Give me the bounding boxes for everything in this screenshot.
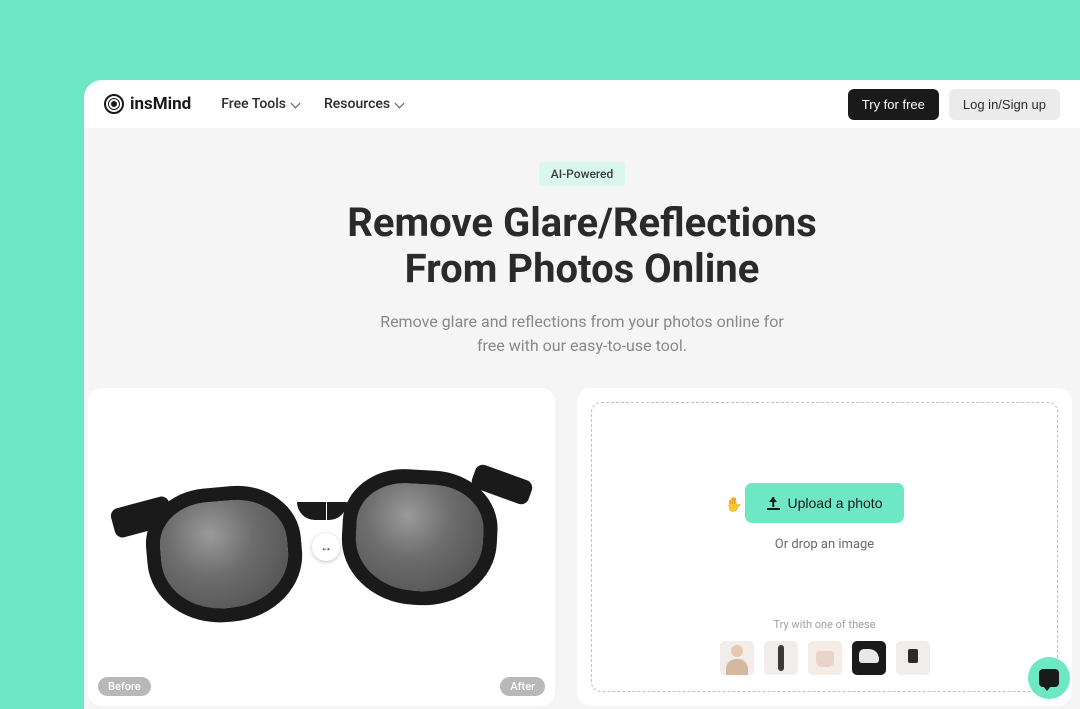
after-label: After: [500, 677, 545, 696]
page-subtitle: Remove glare and reflections from your p…: [104, 310, 1060, 358]
app-window: insMind Free Tools Resources Try for fre…: [84, 80, 1080, 709]
main-panels: ↔ Before After ✋ Upload a photo Or drop …: [84, 388, 1080, 706]
upload-icon: [767, 497, 780, 510]
upload-dropzone[interactable]: ✋ Upload a photo Or drop an image Try wi…: [591, 402, 1058, 692]
chat-widget-button[interactable]: [1028, 657, 1070, 699]
upload-panel: ✋ Upload a photo Or drop an image Try wi…: [577, 388, 1072, 706]
title-line-1: Remove Glare/Reflections: [347, 199, 817, 246]
sunglasses-lens: [338, 466, 500, 609]
hero-section: AI-Powered Remove Glare/Reflections From…: [84, 128, 1080, 388]
sample-thumb-portrait[interactable]: [720, 641, 754, 675]
chevron-down-icon: [290, 99, 300, 109]
page-title: Remove Glare/Reflections From Photos Onl…: [104, 200, 1060, 292]
login-signup-button[interactable]: Log in/Sign up: [949, 89, 1060, 120]
compare-slider-handle[interactable]: ↔: [312, 533, 340, 561]
nav-label: Resources: [324, 96, 390, 112]
sunglasses-lens: [141, 481, 307, 629]
sample-thumb-handbag[interactable]: [808, 641, 842, 675]
subtitle-line-1: Remove glare and reflections from your p…: [380, 312, 784, 331]
chat-icon: [1039, 669, 1059, 687]
nav-label: Free Tools: [221, 96, 286, 112]
chevron-down-icon: [394, 99, 404, 109]
upload-photo-button[interactable]: Upload a photo: [745, 483, 905, 523]
before-label: Before: [98, 677, 151, 696]
subtitle-line-2: free with our easy-to-use tool.: [477, 336, 687, 355]
try-free-button[interactable]: Try for free: [848, 89, 939, 120]
upload-button-label: Upload a photo: [788, 495, 883, 511]
sample-thumbnails: [720, 641, 930, 675]
brand-name: insMind: [130, 94, 191, 114]
ai-powered-badge: AI-Powered: [539, 162, 625, 186]
brand-logo[interactable]: insMind: [104, 94, 191, 114]
try-label: Try with one of these: [720, 618, 930, 631]
slider-arrows-icon: ↔: [320, 540, 332, 554]
sample-thumb-bottle[interactable]: [764, 641, 798, 675]
navbar: insMind Free Tools Resources Try for fre…: [84, 80, 1080, 128]
sample-thumb-sneaker[interactable]: [852, 641, 886, 675]
try-samples-section: Try with one of these: [720, 618, 930, 675]
before-after-panel: ↔ Before After: [88, 388, 555, 706]
sunglasses-bridge: [297, 502, 347, 520]
nav-items: Free Tools Resources: [221, 96, 404, 112]
title-line-2: From Photos Online: [405, 245, 760, 292]
drop-image-text: Or drop an image: [775, 537, 874, 552]
nav-item-free-tools[interactable]: Free Tools: [221, 96, 300, 112]
nav-right: Try for free Log in/Sign up: [848, 89, 1060, 120]
sample-thumb-watch[interactable]: [896, 641, 930, 675]
logo-icon: [104, 94, 124, 114]
nav-item-resources[interactable]: Resources: [324, 96, 404, 112]
hand-cursor-icon: ✋: [725, 497, 742, 513]
